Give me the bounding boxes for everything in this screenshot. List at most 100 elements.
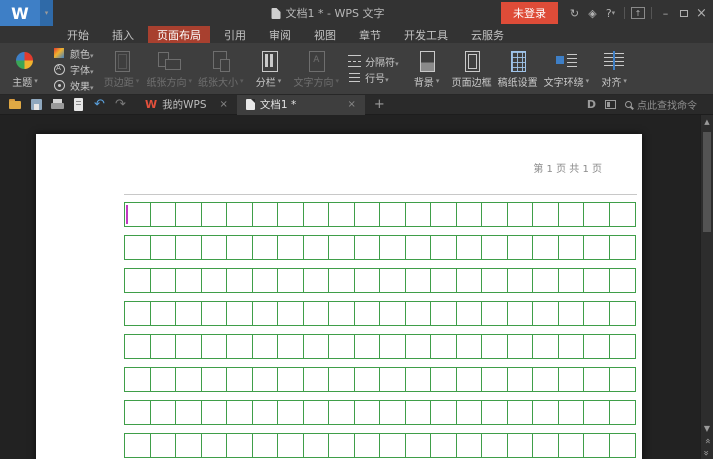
ribbon-button-background[interactable]: 背景▾ xyxy=(405,44,449,94)
menu-tab-review[interactable]: 审阅 xyxy=(260,26,300,43)
ribbon-button-text-wrap[interactable]: 文字环绕▾ xyxy=(541,44,593,94)
label-text: 字体 xyxy=(70,66,90,77)
task-pane-icon[interactable] xyxy=(605,100,616,109)
ribbon-button-colors[interactable]: 颜色▾ xyxy=(53,46,94,60)
genko-cell xyxy=(584,269,610,292)
genko-cell xyxy=(355,401,381,424)
genko-cell xyxy=(202,401,228,424)
open-folder-icon[interactable] xyxy=(8,97,23,112)
genko-cell xyxy=(253,203,279,226)
wps-menu-button[interactable]: ▾ xyxy=(40,0,53,26)
genko-cell xyxy=(227,302,253,325)
dropdown-caret-icon: ▾ xyxy=(136,77,140,85)
genko-cell xyxy=(482,203,508,226)
maximize-icon[interactable] xyxy=(676,4,691,22)
scroll-up-icon[interactable]: ▲ xyxy=(701,115,713,129)
genko-cell xyxy=(227,434,253,457)
menu-tab-view[interactable]: 视图 xyxy=(305,26,345,43)
ribbon-button-grid-paper[interactable]: 稿纸设置 xyxy=(495,44,541,94)
close-tab-icon[interactable]: × xyxy=(348,99,356,110)
doc-tab-my-wps[interactable]: W我的WPS× xyxy=(136,95,237,115)
genko-cell xyxy=(355,269,381,292)
save-icon[interactable] xyxy=(29,97,44,112)
minimize-icon[interactable]: – xyxy=(658,4,673,22)
ribbon-button-breaks[interactable]: 分隔符▾ xyxy=(348,54,399,68)
menu-tab-references[interactable]: 引用 xyxy=(215,26,255,43)
skin-icon[interactable]: ◈ xyxy=(585,4,600,22)
print-icon[interactable] xyxy=(50,97,65,112)
genko-cell xyxy=(457,368,483,391)
close-tab-icon[interactable]: × xyxy=(220,99,228,110)
genko-cell xyxy=(355,203,381,226)
genko-cell xyxy=(176,236,202,259)
orientation-icon xyxy=(157,50,181,72)
menu-tab-page-layout[interactable]: 页面布局 xyxy=(148,26,210,43)
collapse-ribbon-icon[interactable]: ↑ xyxy=(631,7,645,19)
close-icon[interactable]: × xyxy=(694,4,709,22)
genko-cell xyxy=(380,401,406,424)
ribbon-button-orientation[interactable]: 纸张方向▾ xyxy=(144,44,196,94)
doc-tab-document1[interactable]: 文档1 * × xyxy=(237,95,365,115)
genko-cell xyxy=(559,401,585,424)
genko-cell xyxy=(482,368,508,391)
genko-cell xyxy=(406,434,432,457)
background-icon xyxy=(415,50,439,72)
ribbon-button-page-border[interactable]: 页面边框 xyxy=(449,44,495,94)
fonts-icon xyxy=(53,63,66,75)
document-page[interactable]: 第 1 页 共 1 页 xyxy=(36,134,642,459)
ribbon-button-fonts[interactable]: 字体▾ xyxy=(53,62,94,76)
genko-cell xyxy=(304,368,330,391)
ribbon-button-label: 文字环绕▾ xyxy=(544,74,590,89)
document-icon xyxy=(271,8,280,19)
ribbon-button-line-numbers[interactable]: 行号▾ xyxy=(348,70,399,84)
genko-cell xyxy=(227,203,253,226)
new-tab-button[interactable]: + xyxy=(365,97,394,112)
document-tab-bar: ↶ ↷ W我的WPS× 文档1 * × + D 点此查找命令 xyxy=(0,95,713,115)
ribbon-button-columns[interactable]: 分栏▾ xyxy=(247,44,291,94)
genko-cell xyxy=(151,434,177,457)
login-button[interactable]: 未登录 xyxy=(501,2,558,24)
scroll-down-icon[interactable]: ▼ xyxy=(704,425,710,433)
scrollbar-thumb[interactable] xyxy=(703,132,711,232)
ribbon-button-text-direction[interactable]: 文字方向▾ xyxy=(291,44,343,94)
menu-tab-cloud[interactable]: 云服务 xyxy=(462,26,513,43)
label-text: 背景 xyxy=(414,74,434,89)
ribbon-button-label: 分隔符▾ xyxy=(365,54,399,69)
ribbon-button-align[interactable]: 对齐▾ xyxy=(592,44,636,94)
genko-cell xyxy=(227,368,253,391)
menu-tab-dev-tools[interactable]: 开发工具 xyxy=(395,26,457,43)
sync-icon[interactable]: ↻ xyxy=(567,4,582,22)
doc-tab-label: 文档1 * xyxy=(260,97,296,112)
ribbon-button-label: 效果▾ xyxy=(70,78,94,93)
genko-cell xyxy=(176,335,202,358)
undo-icon[interactable]: ↶ xyxy=(92,97,107,112)
find-command-button[interactable]: 点此查找命令 xyxy=(625,97,697,112)
docer-icon[interactable]: D xyxy=(587,98,596,111)
search-icon xyxy=(625,101,632,108)
menu-tab-insert[interactable]: 插入 xyxy=(103,26,143,43)
genko-cell xyxy=(253,401,279,424)
wps-tab-icon: W xyxy=(145,98,157,111)
help-button[interactable]: ? ▾ xyxy=(603,4,618,22)
wps-logo[interactable]: W xyxy=(0,0,40,26)
export-icon[interactable] xyxy=(71,97,86,112)
page-border-icon xyxy=(460,50,484,72)
genko-row xyxy=(124,367,636,392)
ribbon-button-theme[interactable]: 主题▾ xyxy=(3,44,47,94)
genko-cell xyxy=(176,269,202,292)
ribbon-button-margins[interactable]: 页边距▾ xyxy=(100,44,144,94)
ribbon-button-paper-size[interactable]: 纸张大小▾ xyxy=(195,44,247,94)
redo-icon[interactable]: ↷ xyxy=(113,97,128,112)
margin-guide-line xyxy=(124,194,637,195)
genko-cell xyxy=(559,368,585,391)
menu-tab-home[interactable]: 开始 xyxy=(58,26,98,43)
genko-cell xyxy=(406,401,432,424)
genko-row xyxy=(124,334,636,359)
menu-tab-section[interactable]: 章节 xyxy=(350,26,390,43)
vertical-scrollbar[interactable]: ▲ ▼ « « xyxy=(700,115,713,459)
next-page-icon[interactable]: « xyxy=(703,450,711,456)
genko-cell xyxy=(610,401,636,424)
previous-page-icon[interactable]: « xyxy=(703,438,711,444)
ribbon-button-effects[interactable]: 效果▾ xyxy=(53,78,94,92)
dropdown-caret-icon: ▾ xyxy=(336,77,340,85)
